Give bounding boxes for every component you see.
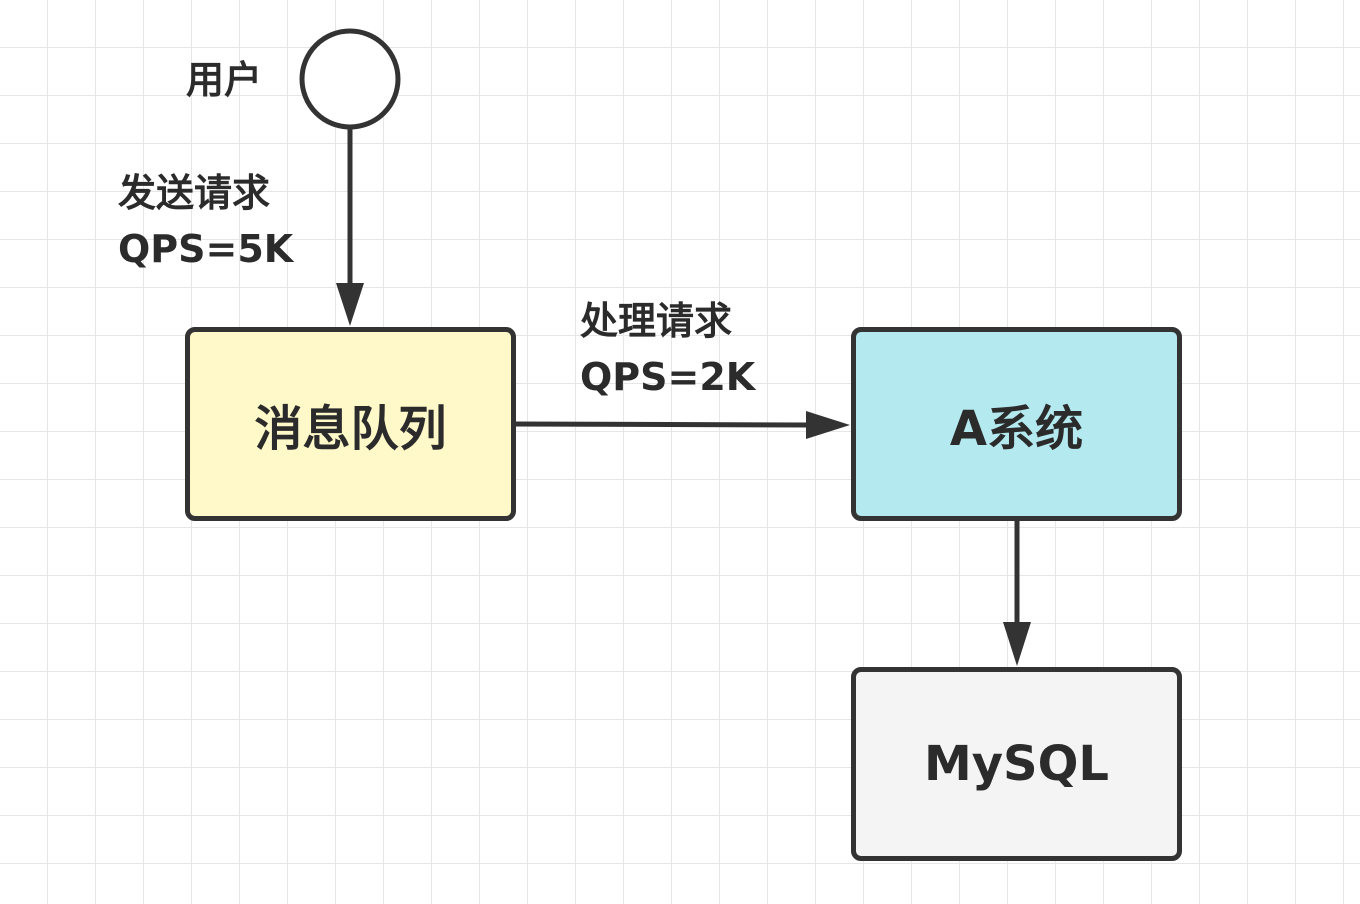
system-a-label: A系统 [949,401,1084,457]
send-request-arrow[interactable] [336,128,364,326]
send-request-label: 发送请求 QPS=5K [118,165,293,277]
process-qps-text: QPS=2K [580,355,756,399]
system-a-node[interactable]: A系统 [851,327,1182,521]
message-queue-label: 消息队列 [254,401,447,457]
user-label: 用户 [186,58,263,102]
process-request-text: 处理请求 [580,299,733,343]
mysql-node[interactable]: MySQL [851,667,1182,861]
process-request-label: 处理请求 QPS=2K [580,293,755,405]
send-qps-text: QPS=5K [118,227,294,271]
process-request-arrow[interactable] [513,411,850,439]
message-queue-node[interactable]: 消息队列 [185,327,516,521]
write-db-arrow[interactable] [1003,520,1031,666]
mysql-label: MySQL [923,736,1109,792]
send-request-text: 发送请求 [118,171,271,215]
user-node[interactable] [299,28,401,130]
